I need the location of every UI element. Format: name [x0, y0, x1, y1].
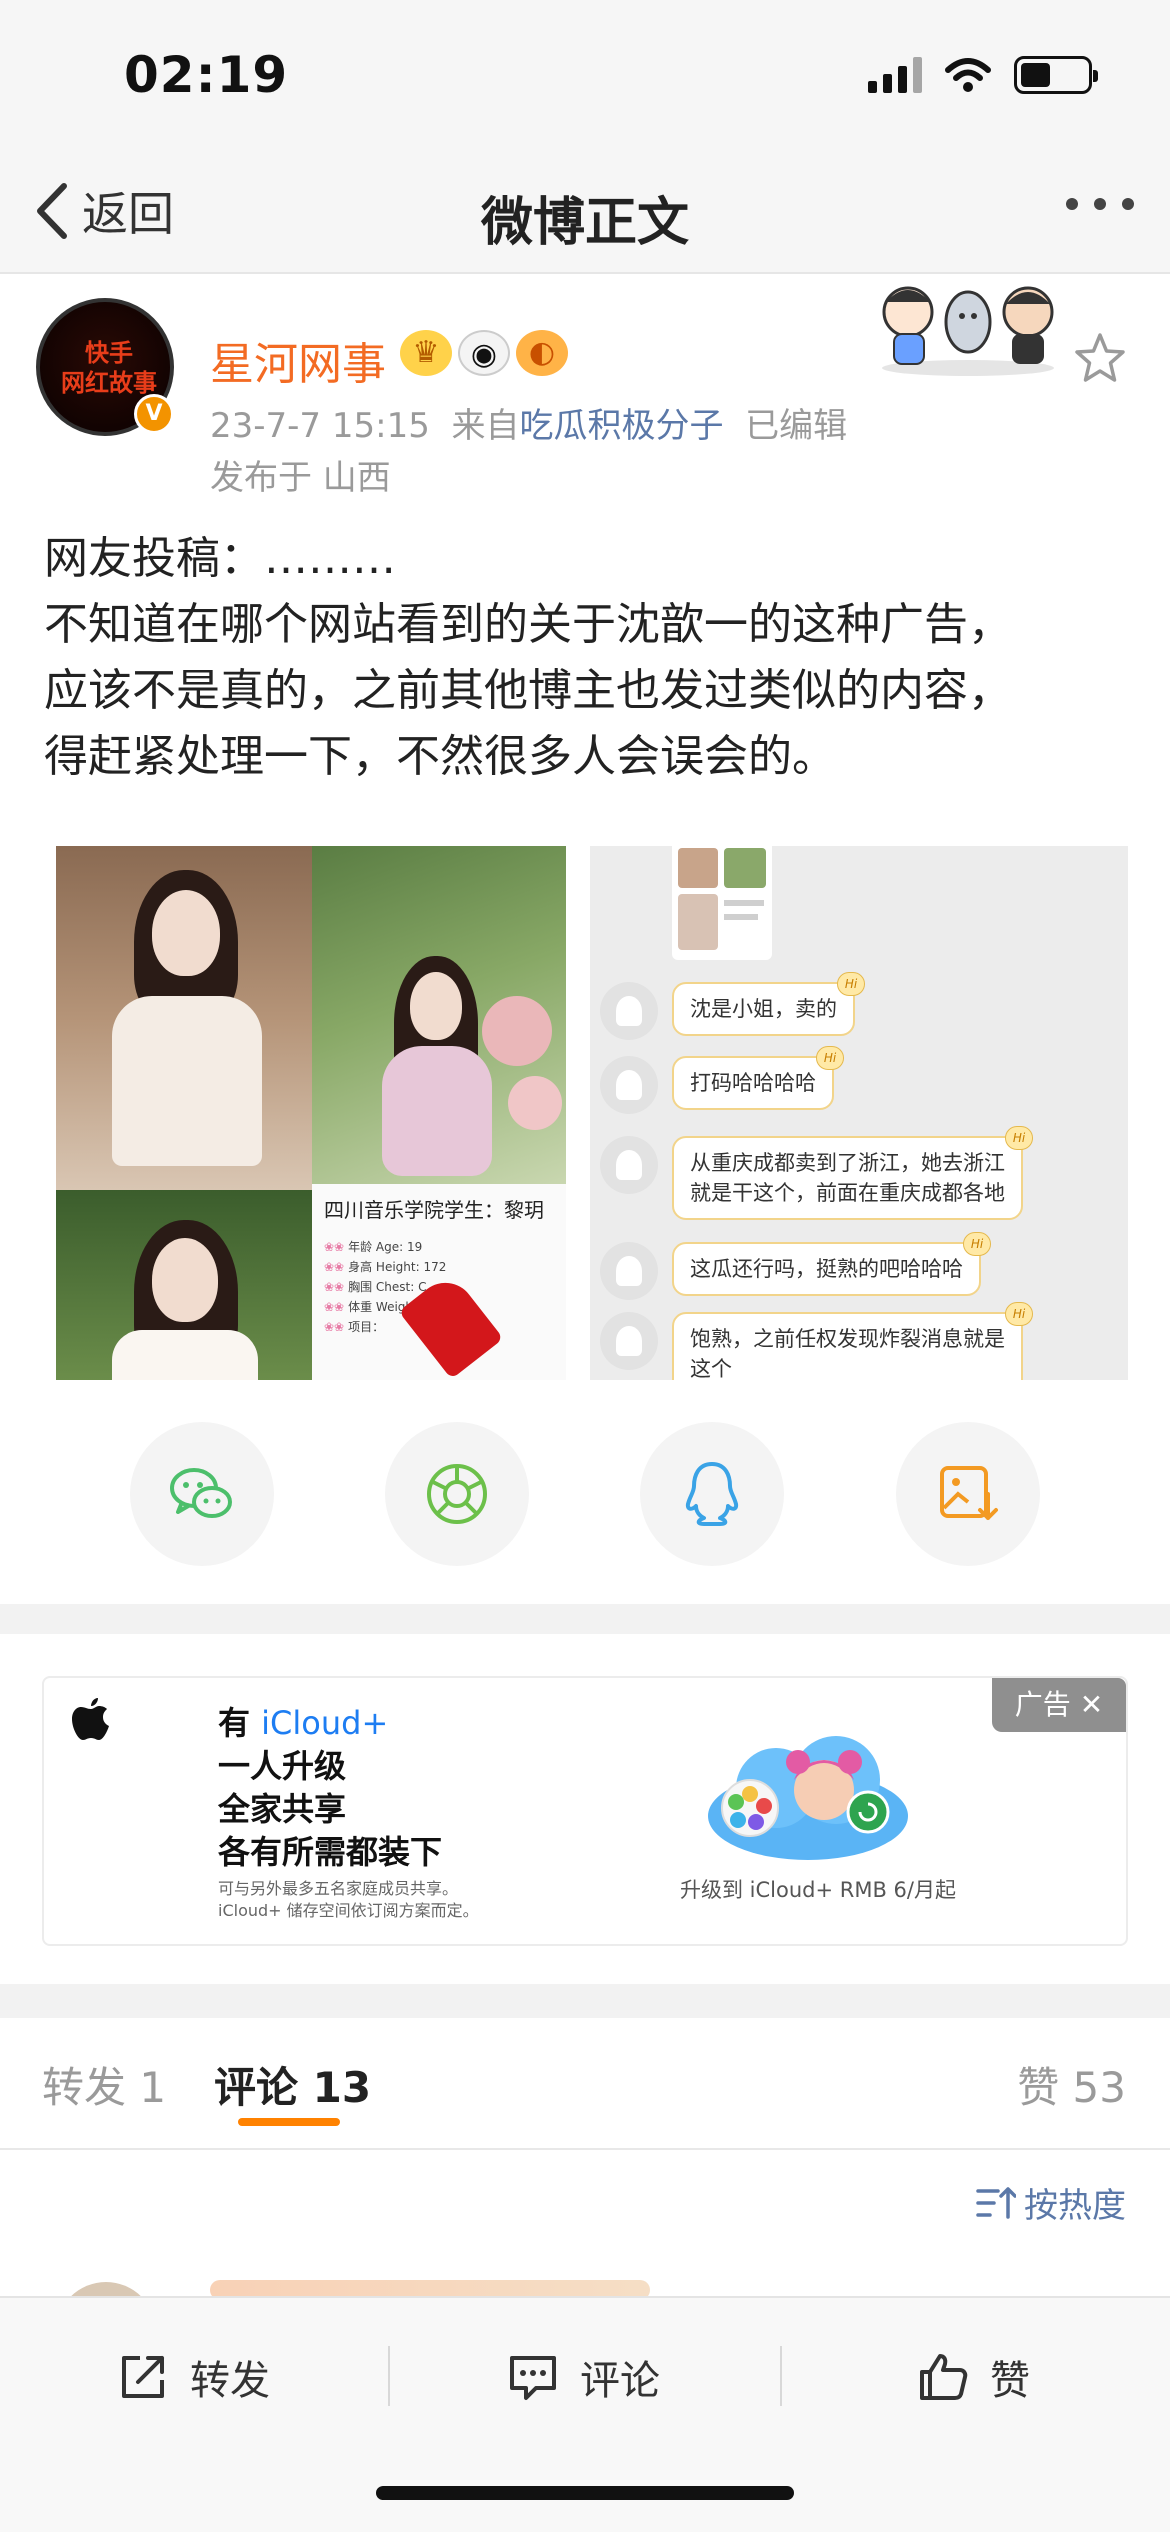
post-text-line: 网友投稿：……… [44, 533, 396, 584]
sort-label: 按热度 [1024, 2186, 1126, 2226]
save-image-button[interactable] [896, 1422, 1040, 1566]
status-bar: 02:19 [0, 0, 1170, 150]
fish-badge-icon[interactable]: ◐ [516, 330, 568, 376]
page-title: 微博正文 [480, 193, 689, 253]
chat-bubble: 打码哈哈哈哈 Hi [672, 1046, 844, 1110]
battery-icon [1014, 56, 1098, 94]
post-meta: 23-7-7 15:15 来自吃瓜积极分子 已编辑 [210, 398, 847, 447]
post-text-line: 不知道在哪个网站看到的关于沈歆一的这种广告， [44, 599, 1012, 650]
author-avatar[interactable]: 快手 网红故事 V [36, 298, 174, 436]
tab-repost[interactable]: 转发 1 [42, 2054, 166, 2115]
profile-line: ❀❀ 年龄 Age: 19 [324, 1240, 423, 1254]
close-icon[interactable]: ✕ [1080, 1688, 1103, 1721]
avatar-text: 快手 网红故事 [61, 338, 157, 397]
chat-message: 饱熟，之前任权发现炸裂消息就是 这个 Hi [600, 1302, 1033, 1380]
section-divider [0, 1984, 1170, 2018]
home-indicator[interactable] [376, 2486, 794, 2500]
apple-logo-icon [72, 1698, 109, 1740]
author-name[interactable]: 星河网事 [210, 328, 386, 392]
post-body: 网友投稿：……… 不知道在哪个网站看到的关于沈歆一的这种广告， 应该不是真的，之… [44, 526, 1134, 790]
nav-bar: 返回 微博正文 [0, 150, 1170, 274]
post-text-line: 得赶紧处理一下，不然很多人会误会的。 [44, 731, 836, 782]
status-time: 02:19 [124, 46, 289, 104]
chat-message: 这瓜还行吗，挺熟的吧哈哈哈 Hi [600, 1232, 991, 1300]
hi-badge-icon: Hi [816, 1046, 844, 1070]
ad-card[interactable]: 有 iCloud+ 一人升级 全家共享 各有所需都装下 可与另外最多五名家庭成员… [42, 1676, 1128, 1946]
comment-icon [510, 2356, 556, 2400]
photo-girl-flowers [312, 846, 566, 1184]
photo-girl-sitting [56, 846, 312, 1190]
ad-cta[interactable]: 升级到 iCloud+ RMB 6/月起 [680, 1874, 956, 1904]
tab-comment[interactable]: 评论 13 [214, 2054, 371, 2115]
share-row [0, 1422, 1170, 1566]
verified-badge: V [134, 394, 174, 434]
panda-badge-icon[interactable]: ◉ [458, 330, 510, 376]
chat-avatar [600, 1312, 658, 1370]
photo-girl-garden [56, 1190, 312, 1380]
share-qq-button[interactable] [640, 1422, 784, 1566]
chat-message: 打码哈哈哈哈 Hi [600, 1046, 844, 1114]
profile-title: 四川音乐学院学生：黎玥 [324, 1198, 544, 1222]
post-location: 发布于 山西 [210, 458, 391, 498]
share-wechat-button[interactable] [130, 1422, 274, 1566]
toolbar-separator [388, 2346, 390, 2406]
repost-icon [122, 2356, 164, 2398]
post-source-link[interactable]: 吃瓜积极分子 [519, 406, 723, 446]
post-timestamp: 23-7-7 15:15 [210, 406, 430, 446]
signal-icon [868, 57, 922, 93]
favorite-star-icon[interactable] [1072, 330, 1128, 386]
crown-badge-icon[interactable]: ♛ [400, 330, 452, 376]
share-moments-button[interactable] [385, 1422, 529, 1566]
decoration-sticker-icon [882, 286, 1054, 376]
profile-line: ❀❀ 身高 Height: 172 [324, 1260, 447, 1274]
more-options-icon[interactable] [1066, 198, 1134, 210]
icloud-graphic-icon [708, 1736, 908, 1860]
repost-button[interactable]: 转发 [116, 2342, 270, 2412]
hi-badge-icon: Hi [837, 972, 865, 996]
post-image-2[interactable]: 沈是小姐，卖的 Hi 打码哈哈哈哈 Hi 从重庆成都卖到了浙江，她去浙江 就是干这个… [590, 846, 1128, 1380]
sort-by-hot-button[interactable]: 按热度 [976, 2178, 1126, 2227]
chat-bubble: 这瓜还行吗，挺熟的吧哈哈哈 Hi [672, 1232, 991, 1296]
status-icons [868, 56, 1098, 94]
sort-icon [976, 2186, 1016, 2219]
hi-badge-icon: Hi [963, 1232, 991, 1256]
comment-button[interactable]: 评论 [506, 2342, 660, 2412]
chat-message: 从重庆成都卖到了浙江，她去浙江 就是干这个，前面在重庆成都各地 Hi [600, 1126, 1033, 1220]
wechat-icon [170, 1468, 232, 1518]
section-divider [0, 1604, 1170, 1634]
toolbar-separator [780, 2346, 782, 2406]
moments-icon [427, 1464, 487, 1524]
save-image-icon [940, 1466, 998, 1520]
chat-bubble: 沈是小姐，卖的 Hi [672, 972, 865, 1036]
user-badges: ♛ ◉ ◐ [400, 330, 568, 376]
profile-line: ❀❀ 胸围 Chest: C [324, 1280, 427, 1294]
post-text-line: 应该不是真的，之前其他博主也发过类似的内容， [44, 665, 1012, 716]
tab-likes[interactable]: 赞 53 [1017, 2054, 1126, 2115]
like-button[interactable]: 赞 [916, 2342, 1030, 2412]
icloud-brand: iCloud+ [261, 1704, 389, 1742]
ad-headline: 有 iCloud+ 一人升级 全家共享 各有所需都装下 [218, 1704, 443, 1871]
chat-thumbnail-image [672, 846, 772, 960]
ad-fine-print: 可与另外最多五名家庭成员共享。 iCloud+ 储存空间依订阅方案而定。 [218, 1879, 479, 1920]
chat-avatar [600, 1136, 658, 1194]
wifi-icon [945, 58, 991, 92]
hi-badge-icon: Hi [1005, 1302, 1033, 1326]
qq-icon [685, 1462, 739, 1526]
chat-avatar [600, 982, 658, 1040]
thumbs-up-icon [920, 2354, 968, 2400]
chat-avatar [600, 1056, 658, 1114]
active-tab-indicator [238, 2118, 340, 2126]
hi-badge-icon: Hi [1005, 1126, 1033, 1150]
profile-line: ❀❀ 项目： [324, 1320, 385, 1334]
source-prefix: 来自 [451, 406, 520, 446]
edited-label: 已编辑 [745, 406, 848, 446]
chat-message: 沈是小姐，卖的 Hi [600, 972, 865, 1040]
chat-bubble: 饱熟，之前任权发现炸裂消息就是 这个 Hi [672, 1302, 1033, 1380]
comment-tabs: 转发 1 评论 13 赞 53 [0, 2018, 1170, 2150]
post-image-1[interactable]: 四川音乐学院学生：黎玥 ❀❀ 年龄 Age: 19 ❀❀ 身高 Height: 17… [56, 846, 566, 1380]
ad-tag[interactable]: 广告 ✕ [992, 1678, 1126, 1732]
chat-avatar [600, 1242, 658, 1300]
chat-bubble: 从重庆成都卖到了浙江，她去浙江 就是干这个，前面在重庆成都各地 Hi [672, 1126, 1033, 1220]
